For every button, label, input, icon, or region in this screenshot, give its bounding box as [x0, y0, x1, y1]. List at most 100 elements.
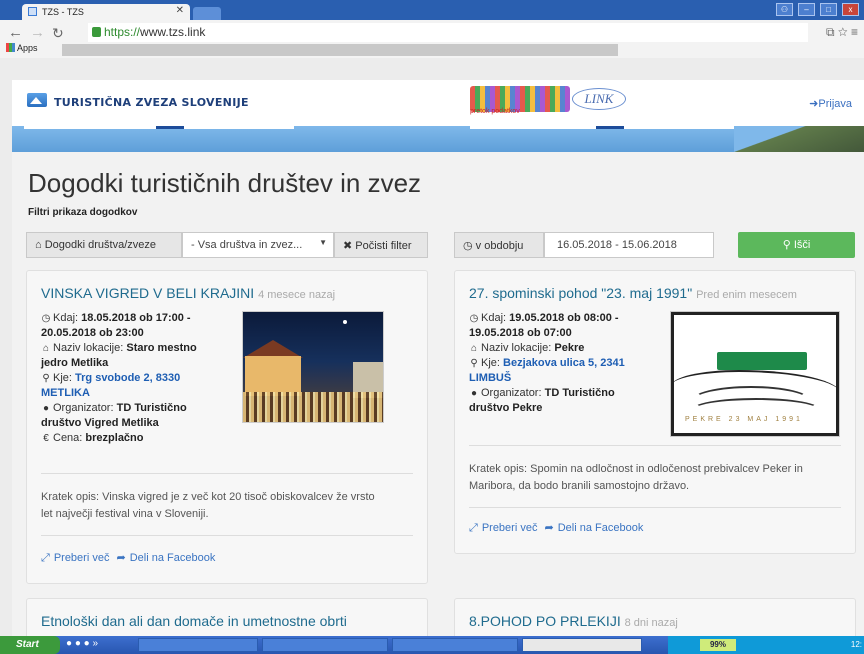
description-line: let največji festival vina v Sloveniji. [41, 508, 209, 520]
login-link[interactable]: ➜Prijava [809, 97, 852, 110]
event-title[interactable]: Etnološki dan ali dan domače in umetnost… [41, 613, 347, 629]
banner-accent [596, 126, 624, 129]
crowd [243, 392, 383, 422]
when-label: Kdaj: [53, 312, 79, 324]
translate-star-menu-icons[interactable]: ⧉ ☆ ≡ [826, 25, 858, 40]
window-close-button[interactable]: x [842, 3, 859, 16]
description-line: Kratek opis: Spomin na odločnost in odlo… [469, 463, 803, 475]
quick-launch-icons[interactable]: ● ● ● » [66, 638, 126, 652]
society-select[interactable]: - Vsa društva in zvez... ▼ [182, 232, 334, 258]
window-minimize-button[interactable]: – [798, 3, 815, 16]
where-link[interactable]: Trg svobode 2, 8330 [75, 372, 180, 384]
taskbar-window[interactable] [138, 638, 258, 652]
search-label: Išči [793, 239, 811, 251]
read-more-link[interactable]: Preberi več [482, 522, 538, 534]
browser-toolbar: ← → ↻ https://www.tzs.link ⧉ ☆ ≡ Apps [0, 20, 864, 58]
location-name: Pekre [554, 342, 585, 354]
clear-filter-button[interactable]: ✖ Počisti filter [334, 232, 428, 258]
clock-icon: ◷ [469, 313, 479, 324]
share-icon: ➦ [116, 552, 126, 564]
euro-icon: € [43, 433, 49, 444]
site-header: TURISTIČNA ZVEZA SLOVENIJE pretok podatk… [12, 80, 864, 130]
drawn-trees [717, 352, 807, 370]
event-info: ◷ Kdaj: 19.05.2018 ob 08:00 - 19.05.2018 … [469, 311, 669, 416]
share-facebook-link[interactable]: Deli na Facebook [558, 522, 644, 534]
reload-icon[interactable]: ↻ [52, 25, 64, 42]
event-title[interactable]: 27. spominski pohod "23. maj 1991" Pred … [469, 285, 797, 301]
forward-arrow-icon[interactable]: → [30, 24, 45, 41]
where-link[interactable]: Bezjakova ulica 5, 2341 [503, 357, 625, 369]
when-end: 19.05.2018 ob 07:00 [469, 327, 572, 339]
window-user-icon[interactable]: ⚇ [776, 3, 793, 16]
page-favicon-icon [28, 7, 37, 16]
bookmark-apps[interactable]: Apps [6, 43, 38, 53]
pretok-link-logo[interactable]: pretok podatkov LINK [470, 84, 630, 118]
bookmarks-bar [62, 44, 618, 56]
start-label: Start [16, 639, 39, 650]
date-range-input[interactable]: 16.05.2018 - 15.06.2018 [544, 232, 714, 258]
event-title[interactable]: VINSKA VIGRED V BELI KRAJINI 4 mesece na… [41, 285, 335, 301]
event-info: ◷ Kdaj: 18.05.2018 ob 17:00 - 20.05.2018 … [41, 311, 241, 446]
window-maximize-button[interactable]: □ [820, 3, 837, 16]
event-description: Kratek opis: Vinska vigred je z več kot … [41, 489, 421, 523]
event-title-text[interactable]: 27. spominski pohod "23. maj 1991" [469, 285, 692, 301]
taskbar-window[interactable] [392, 638, 518, 652]
event-photo[interactable]: PEKRE 23 MAJ 1991 [670, 311, 840, 437]
clock-icon: ◷ [463, 240, 473, 252]
event-description: Kratek opis: Spomin na odločnost in odlo… [469, 461, 849, 495]
society-select-value: - Vsa društva in zvez... [191, 239, 303, 251]
when-start: 18.05.2018 ob 17:00 - [81, 312, 191, 324]
organizer-name: TD Turistično [544, 387, 615, 399]
organizer-name-cont: društvo Vigred Metlika [41, 417, 159, 429]
event-title-text[interactable]: VINSKA VIGRED V BELI KRAJINI [41, 285, 254, 301]
org-name[interactable]: TURISTIČNA ZVEZA SLOVENIJE [54, 96, 249, 109]
event-photo[interactable] [242, 311, 384, 423]
house [245, 356, 301, 396]
events-label: Dogodki društva/zveze [44, 239, 156, 251]
event-ago: 8 dni nazaj [624, 617, 678, 629]
event-title[interactable]: 8.POHOD PO PRLEKIJI 8 dni nazaj [469, 613, 678, 629]
divider [469, 445, 841, 446]
divider [41, 473, 413, 474]
price-value: brezplačno [85, 432, 144, 444]
lock-icon [92, 27, 101, 37]
event-ago: 4 mesece nazaj [258, 289, 336, 301]
read-more-link[interactable]: Preberi več [54, 552, 110, 564]
event-title-text[interactable]: 8.POHOD PO PRLEKIJI [469, 613, 621, 629]
tzs-mountain-logo-icon[interactable] [27, 93, 47, 107]
search-button[interactable]: ⚲ Išči [738, 232, 855, 258]
center-logo-sub: pretok podatkov [470, 108, 520, 115]
photo-caption: PEKRE 23 MAJ 1991 [685, 416, 803, 423]
chevron-down-icon: ▼ [319, 238, 327, 247]
address-bar[interactable]: https://www.tzs.link [88, 23, 808, 42]
start-button[interactable]: Start [0, 636, 60, 654]
where-link-cont[interactable]: METLIKA [41, 387, 90, 399]
taskbar-window-active[interactable] [522, 638, 642, 652]
event-actions: ⤢ Preberi več ➦ Deli na Facebook [41, 551, 219, 565]
location-label: Naziv lokacije: [481, 342, 552, 354]
map-marker-icon: ⚲ [42, 373, 50, 384]
organizer-name-cont: društvo Pekre [469, 402, 543, 414]
event-card: VINSKA VIGRED V BELI KRAJINI 4 mesece na… [26, 270, 428, 584]
organizer-label: Organizator: [481, 387, 542, 399]
new-tab-button[interactable] [193, 7, 221, 20]
banner-accent [156, 126, 184, 129]
location-name: Staro mestno [126, 342, 197, 354]
share-facebook-link[interactable]: Deli na Facebook [130, 552, 216, 564]
taskbar-clock[interactable]: 12: [851, 640, 862, 649]
back-arrow-icon[interactable]: ← [8, 24, 23, 41]
landscape-photo [734, 126, 864, 152]
page-title: Dogodki turističnih društev in zvez [28, 168, 422, 198]
event-card: 27. spominski pohod "23. maj 1991" Pred … [454, 270, 856, 554]
organizer-label: Organizator: [53, 402, 114, 414]
browser-tab[interactable]: TZS - TZS ✕ [22, 4, 190, 20]
moon [343, 320, 347, 324]
apps-grid-icon [6, 43, 15, 52]
location-label: Naziv lokacije: [53, 342, 124, 354]
center-logo-text: LINK [572, 88, 626, 110]
battery-indicator[interactable]: 99% [700, 639, 736, 651]
where-link-cont[interactable]: LIMBUŠ [469, 372, 511, 384]
browser-titlebar: TZS - TZS ✕ ⚇ – □ x [0, 0, 864, 20]
tab-close-icon[interactable]: ✕ [176, 5, 184, 16]
taskbar-window[interactable] [262, 638, 388, 652]
